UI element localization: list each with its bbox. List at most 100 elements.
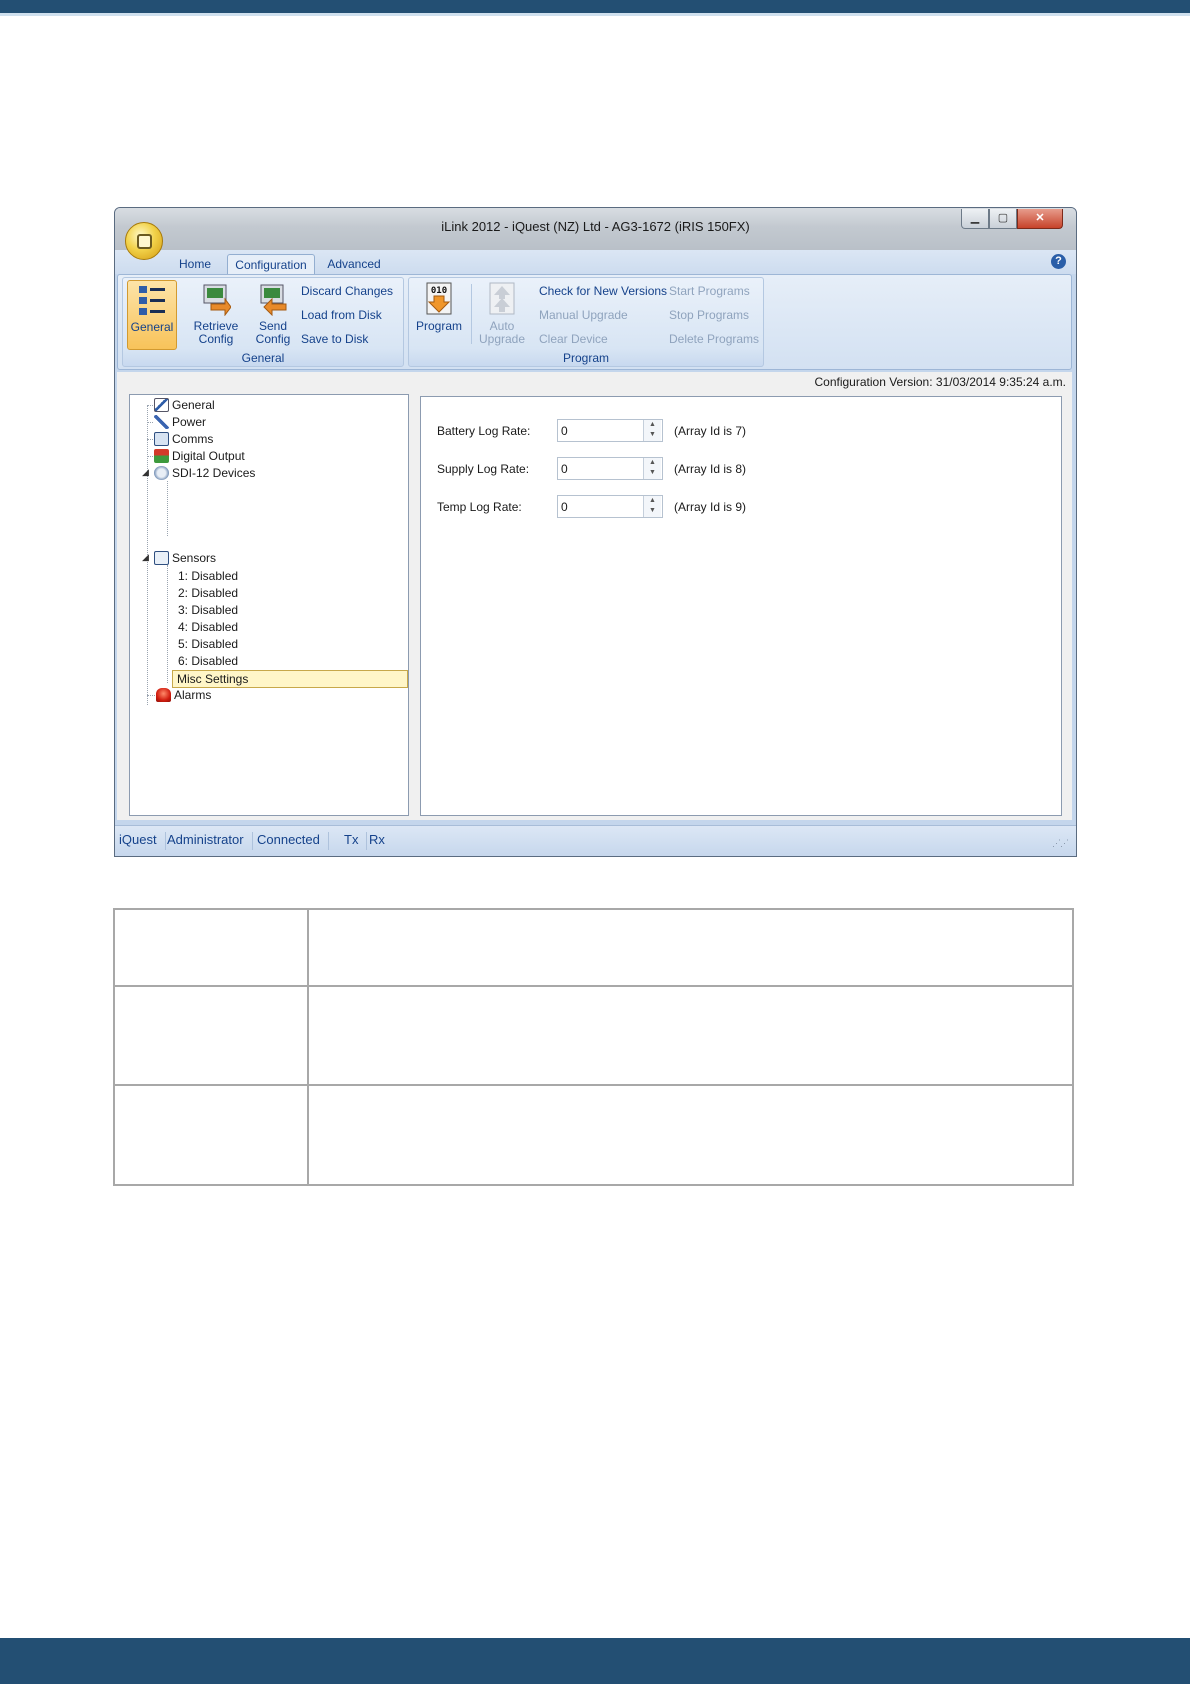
auto-upgrade-button[interactable]: Auto Upgrade (475, 280, 529, 350)
ribbon-tab-strip: Home Configuration Advanced ? (115, 250, 1076, 275)
group-label-general: General (241, 351, 285, 365)
supply-log-rate-note: (Array Id is 8) (674, 462, 747, 476)
send-config-label-2: Config (255, 332, 291, 346)
tree-item-label: SDI-12 Devices (172, 466, 256, 480)
spin-up-icon[interactable]: ▲ (644, 496, 661, 506)
temp-log-rate-note: (Array Id is 9) (674, 500, 747, 514)
tree-item-sensor-6[interactable]: 6: Disabled (178, 653, 238, 669)
tree-item-comms[interactable]: Comms (154, 431, 213, 447)
discard-changes-button[interactable]: Discard Changes (301, 284, 393, 298)
battery-log-rate-label: Battery Log Rate: (437, 424, 531, 438)
table-cell (113, 1084, 309, 1186)
spin-up-icon[interactable]: ▲ (644, 458, 661, 468)
page-header-bar (0, 0, 1190, 16)
start-programs-button[interactable]: Start Programs (669, 284, 750, 298)
status-tx: Tx (344, 832, 368, 850)
pencil-icon (154, 398, 169, 412)
spin-down-icon[interactable]: ▼ (644, 506, 661, 516)
check-for-new-versions-button[interactable]: Check for New Versions (539, 284, 667, 298)
send-config-button[interactable]: Send Config (251, 280, 295, 350)
maximize-button[interactable]: ▢ (989, 209, 1017, 229)
misc-settings-panel: Battery Log Rate: ▲ ▼ (Array Id is 7) Su… (420, 396, 1062, 816)
settings-table (113, 908, 1074, 1186)
app-logo-icon (137, 234, 152, 249)
table-cell (113, 908, 309, 987)
window-title: iLink 2012 - iQuest (NZ) Ltd - AG3-1672 … (441, 219, 750, 234)
minimize-button[interactable]: ▁ (961, 209, 989, 229)
tree-item-sensor-4[interactable]: 4: Disabled (178, 619, 238, 635)
table-cell (307, 984, 1074, 1087)
expander-sdi12[interactable]: ◢ (142, 467, 149, 478)
ribbon-group-program: 010 Program Auto Upgrade Check for New V… (408, 277, 764, 367)
tree-item-sensor-1[interactable]: 1: Disabled (178, 568, 238, 584)
ribbon-group-general: General Retrieve Config Send Config Disc… (122, 277, 404, 367)
status-rx: Rx (369, 832, 385, 847)
tree-item-label: Sensors (172, 551, 217, 565)
auto-upgrade-label-2: Upgrade (478, 332, 526, 346)
program-button-label: Program (415, 319, 462, 333)
tree-item-sensor-2[interactable]: 2: Disabled (178, 585, 238, 601)
delete-programs-button[interactable]: Delete Programs (669, 332, 759, 346)
tree-item-misc-settings[interactable]: Misc Settings (172, 670, 408, 688)
tree-item-sensors[interactable]: Sensors (154, 550, 216, 566)
tree-item-power[interactable]: Power (154, 414, 206, 430)
tree-item-general[interactable]: General (154, 397, 215, 413)
help-icon[interactable]: ? (1051, 254, 1066, 269)
save-to-disk-button[interactable]: Save to Disk (301, 332, 368, 346)
tree-item-digital-output[interactable]: Digital Output (154, 448, 245, 464)
alarm-light-icon (156, 688, 171, 702)
table-row (113, 984, 1074, 1087)
tab-home[interactable]: Home (169, 254, 221, 275)
comms-icon (154, 432, 169, 446)
sdi12-devices-icon (154, 466, 169, 480)
close-button[interactable]: ✕ (1017, 209, 1063, 229)
table-row (113, 908, 1074, 987)
battery-log-rate-spinner[interactable]: ▲ ▼ (643, 420, 661, 441)
status-role: Administrator (167, 832, 253, 850)
expander-sensors[interactable]: ◢ (142, 552, 149, 563)
status-connection: Connected (257, 832, 329, 850)
info-strip: Configuration Version: 31/03/2014 9:35:2… (117, 372, 1072, 392)
tree-item-label: General (172, 398, 215, 412)
supply-log-rate-spinner[interactable]: ▲ ▼ (643, 458, 661, 479)
spin-down-icon[interactable]: ▼ (644, 430, 661, 440)
retrieve-config-icon (203, 284, 231, 316)
manual-upgrade-button[interactable]: Manual Upgrade (539, 308, 628, 322)
header-accent-line (0, 13, 1190, 16)
tree-item-label: Alarms (174, 688, 212, 702)
tree-connector (167, 565, 168, 683)
config-tree: General Power Comms Digital Output ◢ SDI… (129, 394, 409, 816)
supply-log-rate-label: Supply Log Rate: (437, 462, 530, 476)
temp-log-rate-spinner[interactable]: ▲ ▼ (643, 496, 661, 517)
plug-icon (154, 415, 169, 429)
tree-item-alarms[interactable]: Alarms (156, 687, 211, 703)
table-cell (113, 984, 309, 1087)
tree-item-label: Comms (172, 432, 214, 446)
program-button[interactable]: 010 Program (411, 280, 467, 350)
tree-item-sensor-5[interactable]: 5: Disabled (178, 636, 238, 652)
table-row (113, 1084, 1074, 1186)
ribbon-body: General Retrieve Config Send Config Disc… (117, 274, 1072, 370)
load-from-disk-button[interactable]: Load from Disk (301, 308, 382, 322)
page-footer-bar (0, 1638, 1190, 1684)
resize-grip-icon[interactable]: ⋰⋰ (1052, 838, 1069, 849)
table-cell (307, 1084, 1074, 1186)
stop-programs-button[interactable]: Stop Programs (669, 308, 749, 322)
tab-configuration[interactable]: Configuration (227, 254, 315, 275)
table-cell (307, 908, 1074, 987)
program-icon-text: 010 (431, 286, 447, 296)
spin-up-icon[interactable]: ▲ (644, 420, 661, 430)
group-label-program: Program (562, 351, 609, 365)
tree-item-sdi12-devices[interactable]: SDI-12 Devices (154, 465, 255, 481)
spin-down-icon[interactable]: ▼ (644, 468, 661, 478)
tab-advanced[interactable]: Advanced (319, 254, 389, 275)
clear-device-button[interactable]: Clear Device (539, 332, 608, 346)
chart-icon (154, 551, 169, 565)
temp-log-rate-label: Temp Log Rate: (437, 500, 522, 514)
send-config-icon (260, 284, 287, 316)
general-button[interactable]: General (127, 280, 177, 350)
tree-item-sensor-3[interactable]: 3: Disabled (178, 602, 238, 618)
retrieve-config-button[interactable]: Retrieve Config (187, 280, 245, 350)
tree-connector (167, 481, 168, 536)
application-menu-button[interactable] (125, 222, 163, 260)
